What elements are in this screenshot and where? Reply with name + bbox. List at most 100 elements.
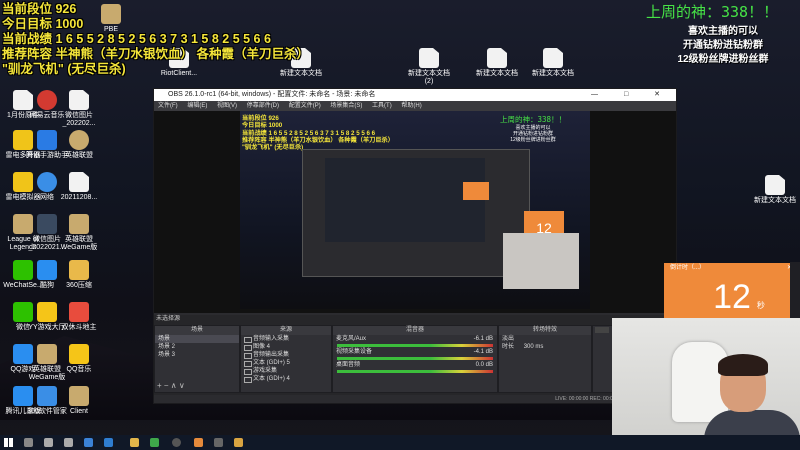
stream-overlay-right: 上周的神：338！！ 喜欢主播的可以 开通钻粉进钻粉群 12级粉丝牌进粉丝群 xyxy=(646,0,800,67)
app-taskbar-icon[interactable] xyxy=(214,438,223,447)
widgets-icon[interactable] xyxy=(64,438,73,447)
side-strip xyxy=(790,262,800,322)
task-view-icon[interactable] xyxy=(44,438,53,447)
streamer-hair xyxy=(718,354,768,376)
app-icon xyxy=(37,214,57,234)
scene-item[interactable]: 场景 2 xyxy=(155,343,239,351)
preview-line: 当前战绩 1 6 5 5 2 8 5 2 5 6 3 7 3 1 5 8 2 5… xyxy=(242,129,376,137)
scene-add-remove-buttons[interactable]: + − ∧ ∨ xyxy=(157,381,185,390)
obs-menubar: 文件(F) 编辑(E) 视图(V) 停靠部件(D) 配置文件(P) 场景集合(S… xyxy=(154,101,676,111)
windows-start-icon[interactable] xyxy=(4,438,13,447)
lineup-text: 推荐阵容 半神熊（羊刀水银饮血） 各种霞（羊刀巨杀） xyxy=(2,47,309,61)
transitions-header: 转场特效 xyxy=(499,326,591,335)
file-explorer-icon[interactable] xyxy=(130,438,139,447)
menu-tools[interactable]: 工具(T) xyxy=(372,103,392,109)
menu-profile[interactable]: 配置文件(P) xyxy=(289,103,321,109)
app-icon xyxy=(37,386,57,406)
mixer-header: 混音器 xyxy=(333,326,497,335)
preview-line: 今日目标 1000 xyxy=(242,122,283,130)
obs-window[interactable]: OBS 26.1.0-rc1 (64-bit, windows) - 配置文件:… xyxy=(153,88,677,404)
window-controls[interactable]: — □ ✕ xyxy=(591,89,672,101)
menu-docks[interactable]: 停靠部件(D) xyxy=(247,103,279,109)
preview-fan-line: 12级粉丝牌进粉丝群 xyxy=(510,137,556,143)
obs-docks: 未选择源 场景 场景 场景 2 场景 3 + − ∧ ∨ 来源 音频输入采集 图… xyxy=(154,315,676,403)
icon-label: 酷狗 xyxy=(40,282,54,289)
preview-canvas: 当前段位 926 今日目标 1000 当前战绩 1 6 5 5 2 8 5 2 … xyxy=(240,111,590,309)
source-item[interactable]: 音频输入采集 xyxy=(241,335,331,343)
webcam-feed xyxy=(612,318,800,450)
app-icon xyxy=(37,344,57,364)
desktop-icon[interactable]: 新建文本文档(2) xyxy=(406,48,452,86)
desktop-icon[interactable]: 双休斗地主 xyxy=(56,302,102,332)
menu-file[interactable]: 文件(F) xyxy=(158,103,178,109)
edge-icon[interactable] xyxy=(84,438,93,447)
desktop-icon[interactable]: 新建文本文档 xyxy=(530,48,576,78)
menu-view[interactable]: 视图(V) xyxy=(217,103,237,109)
menu-scene-collection[interactable]: 场景集合(S) xyxy=(330,103,362,109)
file-icon xyxy=(487,48,507,68)
icon-label: 新建文本文档 xyxy=(532,70,574,77)
icon-label: 新建文本文档 xyxy=(476,70,518,77)
menu-help[interactable]: 帮助(H) xyxy=(401,103,421,109)
timer-value: 12 xyxy=(713,278,751,316)
app-icon xyxy=(37,302,57,322)
no-source-label: 未选择源 xyxy=(156,316,181,322)
source-item[interactable]: 音频输出采集 xyxy=(241,351,331,359)
desktop-icon[interactable]: 英雄联盟 xyxy=(56,130,102,160)
desktop-icon[interactable]: 20211208... xyxy=(56,172,102,202)
source-item[interactable]: 游戏采集 xyxy=(241,367,331,375)
timer-unit: 秒 xyxy=(756,301,765,310)
desktop-icon[interactable]: 360压缩 xyxy=(56,260,102,290)
countdown-timer[interactable]: 倒计时（...）✕ 12秒 xyxy=(664,263,798,323)
icon-label: 英雄联盟 xyxy=(65,152,93,159)
duration-field[interactable]: 时长 300 ms xyxy=(499,343,591,351)
start-stream-button[interactable] xyxy=(595,327,609,333)
timer-taskbar-icon[interactable] xyxy=(194,438,203,447)
desktop-icon[interactable]: 英雄联盟WeGame版 xyxy=(56,214,102,252)
volume-meter[interactable] xyxy=(337,357,493,360)
icon-label: QQ音乐 xyxy=(66,366,92,373)
file-icon xyxy=(69,172,89,192)
app-icon xyxy=(69,214,89,234)
source-item[interactable]: 图像 4 xyxy=(241,343,331,351)
volume-meter[interactable] xyxy=(337,370,493,373)
menu-edit[interactable]: 编辑(E) xyxy=(187,103,207,109)
transition-select[interactable]: 淡出 xyxy=(499,335,591,343)
taskbar xyxy=(0,435,800,450)
obs-titlebar[interactable]: OBS 26.1.0-rc1 (64-bit, windows) - 配置文件:… xyxy=(154,89,676,101)
app-icon xyxy=(37,90,57,110)
desktop-icon[interactable]: 微信图片_202202... xyxy=(56,90,102,128)
icon-label: 20211208... xyxy=(60,194,98,201)
scene-item[interactable]: 场景 xyxy=(155,335,239,343)
volume-meter[interactable] xyxy=(337,344,493,347)
source-item[interactable]: 文本 (GDI+) 4 xyxy=(241,375,331,383)
app-icon xyxy=(69,344,89,364)
scene-item[interactable]: 场景 3 xyxy=(155,351,239,359)
rank-text: 当前段位 926 xyxy=(2,2,77,16)
obs-preview[interactable]: 当前段位 926 今日目标 1000 当前战绩 1 6 5 5 2 8 5 2 … xyxy=(154,111,676,313)
search-icon[interactable] xyxy=(24,438,33,447)
app-icon xyxy=(37,172,57,192)
desktop-icon[interactable]: Client xyxy=(56,386,102,416)
desktop-icon[interactable]: QQ音乐 xyxy=(56,344,102,374)
desktop-icon[interactable]: 新建文本文档 xyxy=(752,175,798,205)
app-icon xyxy=(37,260,57,280)
app-taskbar-icon[interactable] xyxy=(234,438,243,447)
goal-text: 今日目标 1000 xyxy=(2,17,84,31)
mixer-channel-name: 麦克风/Aux -6.1 dB xyxy=(336,336,493,342)
mixer-channel-name: 桌面音频 0.0 dB xyxy=(336,362,493,368)
obs-taskbar-icon[interactable] xyxy=(172,438,181,447)
record-text: 当前战绩 1 6 5 5 2 8 5 2 5 6 3 7 3 1 5 8 2 5… xyxy=(2,32,271,46)
ie-icon[interactable] xyxy=(104,438,113,447)
mixer-channel-name: 视频采集设备 -4.1 dB xyxy=(336,349,493,355)
weekly-god-text: 上周的神：338！！ xyxy=(646,3,779,21)
app-icon xyxy=(37,130,57,150)
preview-god-text: 上周的神：338！！ xyxy=(500,115,567,124)
desktop-icon[interactable]: 新建文本文档 xyxy=(474,48,520,78)
icon-label: 新建文本文档(2) xyxy=(408,70,450,85)
icon-label: 英雄联盟WeGame版 xyxy=(60,236,98,251)
nested-obs-preview xyxy=(302,149,530,277)
fan-line: 喜欢主播的可以 xyxy=(688,26,758,37)
source-item[interactable]: 文本 (GDI+) 5 xyxy=(241,359,331,367)
app-taskbar-icon[interactable] xyxy=(150,438,159,447)
